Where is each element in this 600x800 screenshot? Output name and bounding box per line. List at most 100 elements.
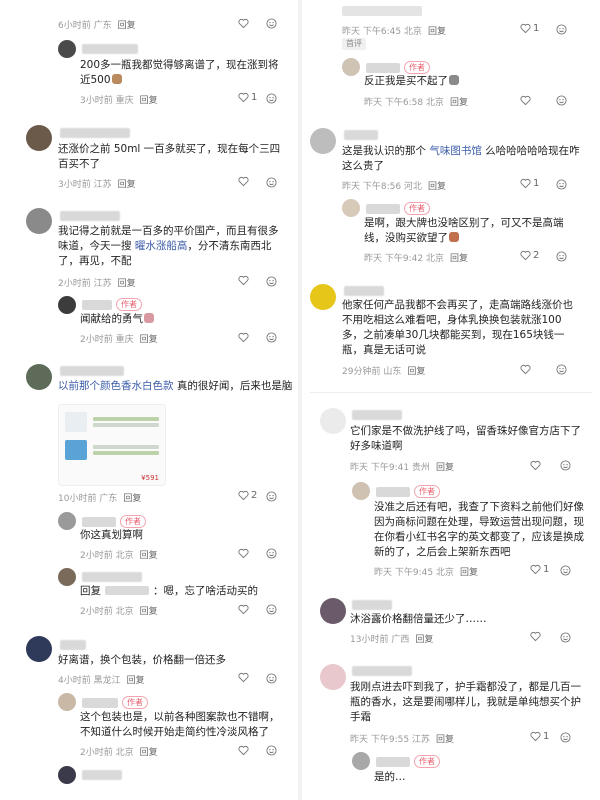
like-button[interactable]: 2 [520, 250, 539, 261]
like-heart-icon[interactable] [238, 604, 249, 615]
username[interactable] [366, 203, 400, 214]
reply-button[interactable]: 回复 [123, 494, 141, 504]
avatar[interactable] [352, 482, 370, 500]
smile-face-icon[interactable] [266, 548, 277, 559]
username[interactable] [60, 640, 86, 650]
avatar[interactable] [58, 766, 76, 784]
mentioned-username[interactable] [105, 586, 149, 595]
like-heart-icon[interactable] [238, 745, 249, 756]
username[interactable] [344, 286, 384, 296]
username[interactable] [344, 130, 378, 140]
like-button[interactable]: 1 [238, 92, 257, 103]
avatar[interactable] [58, 568, 76, 586]
username[interactable] [60, 211, 120, 221]
like-button[interactable]: 2 [238, 490, 257, 501]
reply-button[interactable]: 回复 [436, 463, 454, 473]
avatar[interactable] [26, 636, 52, 662]
avatar[interactable] [58, 296, 76, 314]
smile-face-icon[interactable] [560, 460, 571, 471]
smile-face-icon[interactable] [266, 604, 277, 615]
reply-button[interactable]: 回复 [140, 607, 158, 617]
username[interactable] [82, 697, 118, 708]
reply-button[interactable]: 回复 [407, 367, 425, 377]
like-button[interactable]: 1 [530, 564, 549, 575]
like-heart-icon[interactable] [520, 364, 531, 375]
search-link[interactable]: 曜水涨船高 [135, 240, 188, 252]
like-button[interactable]: 1 [530, 731, 549, 742]
search-link[interactable]: 气味图书馆 [429, 145, 482, 157]
avatar[interactable] [26, 208, 52, 234]
like-heart-icon[interactable] [530, 631, 541, 642]
smile-face-icon[interactable] [266, 18, 277, 29]
reply-button[interactable]: 回复 [460, 568, 478, 578]
avatar[interactable] [342, 199, 360, 217]
smile-face-icon[interactable] [266, 673, 277, 684]
reply-button[interactable]: 回复 [140, 96, 158, 106]
smile-face-icon[interactable] [556, 24, 567, 35]
reply-button[interactable]: 回复 [140, 335, 158, 345]
avatar[interactable] [310, 284, 336, 310]
smile-face-icon[interactable] [266, 745, 277, 756]
smile-face-icon[interactable] [266, 276, 277, 287]
reply-button[interactable]: 回复 [450, 254, 468, 264]
reply-button[interactable]: 回复 [127, 676, 145, 686]
like-heart-icon[interactable] [238, 332, 249, 343]
smile-face-icon[interactable] [266, 177, 277, 188]
avatar[interactable] [310, 128, 336, 154]
smile-face-icon[interactable] [266, 491, 277, 502]
reply-button[interactable]: 回复 [428, 27, 446, 37]
smile-face-icon[interactable] [556, 251, 567, 262]
smile-face-icon[interactable] [556, 179, 567, 190]
username[interactable] [82, 299, 112, 310]
reply-button[interactable]: 回复 [428, 182, 446, 192]
reply-button[interactable]: 回复 [415, 635, 433, 645]
username[interactable] [352, 666, 412, 676]
like-heart-icon[interactable] [530, 460, 541, 471]
comment-image-thumbnail[interactable]: ¥591 [58, 404, 166, 486]
username[interactable] [376, 756, 410, 767]
username[interactable] [376, 486, 410, 497]
like-heart-icon[interactable] [238, 548, 249, 559]
reply-button[interactable]: 回复 [118, 21, 136, 31]
username[interactable] [82, 572, 142, 582]
username[interactable] [60, 366, 124, 376]
username[interactable] [82, 516, 116, 527]
like-heart-icon[interactable] [238, 176, 249, 187]
avatar[interactable] [26, 364, 52, 390]
avatar[interactable] [320, 408, 346, 434]
avatar[interactable] [342, 58, 360, 76]
like-button[interactable]: 1 [520, 23, 539, 34]
like-button[interactable]: 1 [520, 178, 539, 189]
smile-face-icon[interactable] [556, 95, 567, 106]
reply-button[interactable]: 回复 [140, 551, 158, 561]
smile-face-icon[interactable] [560, 732, 571, 743]
reply-button[interactable]: 回复 [140, 748, 158, 758]
avatar[interactable] [58, 40, 76, 58]
search-link[interactable]: 以前那个颜色香水白色款 [58, 380, 174, 392]
username[interactable] [82, 44, 138, 54]
username[interactable] [60, 128, 130, 138]
username[interactable] [352, 410, 402, 420]
reply-button[interactable]: 回复 [118, 279, 136, 289]
username[interactable] [82, 770, 122, 780]
smile-face-icon[interactable] [266, 93, 277, 104]
avatar[interactable] [320, 598, 346, 624]
avatar[interactable] [352, 752, 370, 770]
smile-face-icon[interactable] [560, 565, 571, 576]
reply-button[interactable]: 回复 [118, 180, 136, 190]
username[interactable] [366, 62, 400, 73]
reply-button[interactable]: 回复 [450, 98, 468, 108]
like-heart-icon[interactable] [520, 95, 531, 106]
smile-face-icon[interactable] [266, 332, 277, 343]
smile-face-icon[interactable] [560, 632, 571, 643]
username[interactable] [352, 600, 392, 610]
avatar[interactable] [58, 512, 76, 530]
reply-button[interactable]: 回复 [436, 735, 454, 745]
smile-face-icon[interactable] [556, 364, 567, 375]
like-heart-icon[interactable] [238, 275, 249, 286]
like-heart-icon[interactable] [238, 18, 249, 29]
like-heart-icon[interactable] [238, 672, 249, 683]
avatar[interactable] [320, 664, 346, 690]
avatar[interactable] [58, 693, 76, 711]
avatar[interactable] [26, 125, 52, 151]
